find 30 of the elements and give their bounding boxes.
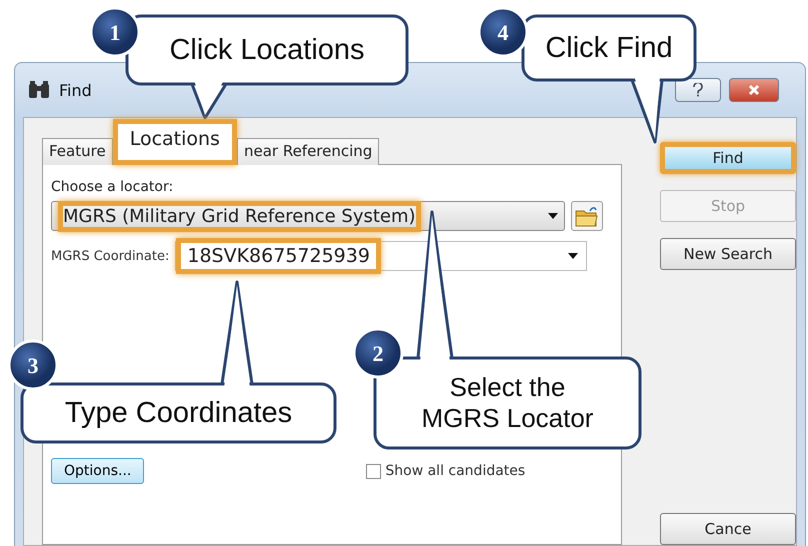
options-button[interactable]: Options... — [51, 458, 144, 484]
step-badge: 4 — [478, 6, 528, 58]
tab[interactable]: near Referencing — [236, 138, 380, 165]
coordinate-value: 18SVK8675725939 — [176, 238, 381, 274]
close-button[interactable] — [729, 78, 779, 102]
callout-text: Click Find — [544, 30, 674, 66]
locator-label: Choose a locator: — [51, 179, 174, 195]
step-badge: 2 — [352, 328, 404, 378]
dialog-button[interactable]: Cance — [660, 513, 796, 545]
window-title: Find — [59, 80, 92, 100]
binoculars-icon — [27, 80, 51, 100]
help-icon — [693, 83, 703, 97]
callout-text: Select the MGRS Locator — [420, 370, 594, 435]
checkbox-label: Show all candidates — [385, 463, 526, 479]
close-icon — [748, 84, 760, 96]
callout-text: Type Coordinates — [64, 396, 294, 431]
step-badge: 3 — [8, 340, 58, 390]
callout-text: Click Locations — [168, 32, 366, 68]
caret-icon — [568, 253, 578, 259]
browse-button[interactable] — [571, 201, 603, 231]
help-button[interactable] — [675, 78, 721, 102]
coordinate-label: MGRS Coordinate: — [51, 248, 170, 264]
tab[interactable]: Feature — [42, 138, 113, 165]
dialog-button[interactable]: New Search — [660, 238, 796, 270]
step-badge: 1 — [90, 6, 140, 58]
folder-icon — [575, 205, 599, 227]
locator-dropdown[interactable]: MGRS (Military Grid Reference System) — [51, 201, 565, 231]
caret-icon — [548, 213, 558, 219]
checkbox[interactable] — [366, 464, 382, 478]
dialog-button[interactable]: Find — [660, 142, 796, 174]
